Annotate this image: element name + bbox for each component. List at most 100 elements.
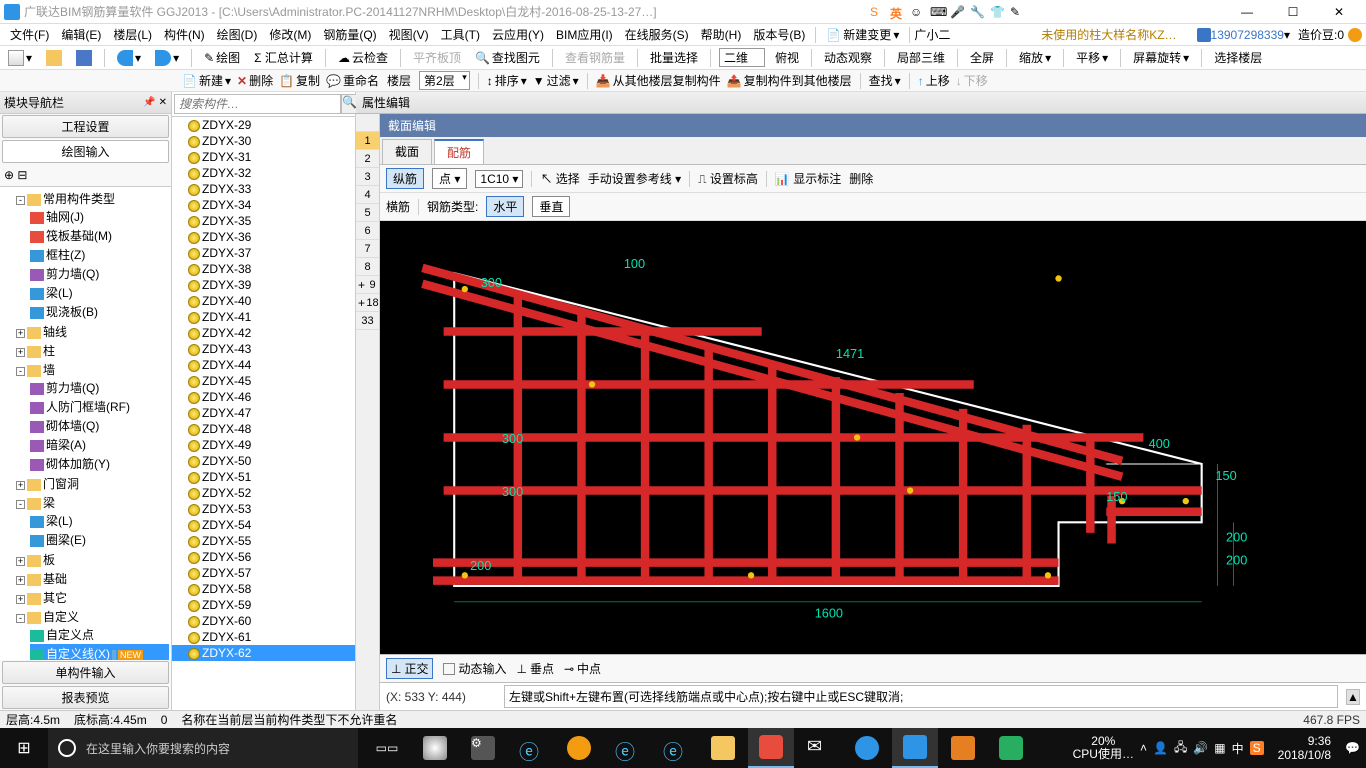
list-item[interactable]: ZDYX-49	[172, 437, 355, 453]
filter-button[interactable]: ▼过滤▾	[533, 72, 579, 89]
tray-ime[interactable]: 中	[1232, 740, 1244, 757]
tree-shear-wall[interactable]: 剪力墙(Q)	[30, 264, 169, 283]
list-item[interactable]: ZDYX-59	[172, 597, 355, 613]
row-header[interactable]: 3	[356, 168, 379, 186]
dynamic-observe-button[interactable]: 动态观察	[820, 49, 876, 66]
tree-masonry-rebar[interactable]: 砌体加筋(Y)	[30, 454, 169, 473]
list-item[interactable]: ZDYX-61	[172, 629, 355, 645]
nav-tools[interactable]: ⊕ ⊟	[0, 164, 171, 187]
list-item[interactable]: ZDYX-54	[172, 517, 355, 533]
list-item[interactable]: ZDYX-41	[172, 309, 355, 325]
list-item[interactable]: ZDYX-44	[172, 357, 355, 373]
tray-app[interactable]: ▦	[1214, 741, 1225, 755]
app-g[interactable]	[844, 728, 890, 768]
row-header[interactable]: 33	[356, 312, 379, 330]
tree-beam[interactable]: -梁 梁(L) 圈梁(E)	[16, 493, 169, 550]
taskbar-clock[interactable]: 9:362018/10/8	[1270, 734, 1339, 763]
account-number[interactable]: 13907298339	[1211, 28, 1284, 42]
menu-help[interactable]: 帮助(H)	[695, 26, 748, 43]
tree-axis-net[interactable]: 轴网(J)	[30, 207, 169, 226]
app-explorer[interactable]	[700, 728, 746, 768]
list-item[interactable]: ZDYX-52	[172, 485, 355, 501]
bird-view-button[interactable]: 俯视	[771, 49, 803, 66]
draw-button[interactable]: ✎绘图	[200, 49, 244, 66]
row-header[interactable]: 4	[356, 186, 379, 204]
list-item[interactable]: ZDYX-57	[172, 565, 355, 581]
menu-cloud[interactable]: 云应用(Y)	[486, 26, 550, 43]
tree-common[interactable]: -常用构件类型 轴网(J) 筏板基础(M) 框柱(Z) 剪力墙(Q) 梁(L) …	[16, 189, 169, 322]
pan-button[interactable]: 平移▾	[1072, 49, 1112, 66]
row-header[interactable]: +9	[356, 276, 379, 294]
tree-slab-c[interactable]: 现浇板(B)	[30, 302, 169, 321]
list-item[interactable]: ZDYX-42	[172, 325, 355, 341]
new-change-button[interactable]: 新建变更 ▾	[820, 26, 905, 43]
tree-other[interactable]: +其它	[16, 588, 169, 607]
tree-axis[interactable]: +轴线	[16, 322, 169, 341]
row-header[interactable]: 2	[356, 150, 379, 168]
pin-icon[interactable]: 📌 ✕	[143, 97, 167, 108]
app-360[interactable]	[556, 728, 602, 768]
horizontal-toggle[interactable]: 水平	[486, 196, 524, 217]
fullscreen-button[interactable]: 全屏	[966, 49, 998, 66]
menu-file[interactable]: 文件(F)	[4, 26, 55, 43]
list-item[interactable]: ZDYX-50	[172, 453, 355, 469]
copy-component-button[interactable]: 📋复制	[279, 72, 320, 89]
menu-draw[interactable]: 绘图(D)	[211, 26, 264, 43]
app-edge[interactable]: ⓔ	[604, 728, 650, 768]
app-1[interactable]	[412, 728, 458, 768]
row-header[interactable]	[356, 114, 379, 132]
open-file-button[interactable]	[42, 50, 66, 66]
list-item[interactable]: ZDYX-30	[172, 133, 355, 149]
menu-version[interactable]: 版本号(B)	[747, 26, 811, 43]
start-button[interactable]: ⊞	[0, 728, 48, 768]
notification-button[interactable]: 💬	[1345, 741, 1360, 755]
app-qq[interactable]	[748, 728, 794, 768]
copy-from-floor-button[interactable]: 📥从其他楼层复制构件	[596, 72, 721, 89]
app-glodon[interactable]	[892, 728, 938, 768]
list-item[interactable]: ZDYX-47	[172, 405, 355, 421]
maximize-button[interactable]: ☐	[1270, 0, 1316, 24]
tab-section[interactable]: 截面	[382, 139, 432, 164]
tray-people[interactable]: 👤	[1153, 741, 1168, 755]
list-item[interactable]: ZDYX-56	[172, 549, 355, 565]
list-item[interactable]: ZDYX-62	[172, 645, 355, 661]
tab-report-preview[interactable]: 报表预览	[2, 686, 169, 709]
menu-tools[interactable]: 工具(T)	[435, 26, 486, 43]
manual-ref-line[interactable]: 手动设置参考线 ▾	[588, 170, 681, 187]
menu-modify[interactable]: 修改(M)	[263, 26, 317, 43]
show-dimension[interactable]: 📊 显示标注	[775, 170, 841, 187]
list-item[interactable]: ZDYX-35	[172, 213, 355, 229]
list-item[interactable]: ZDYX-48	[172, 421, 355, 437]
tree-frame-column[interactable]: 框柱(Z)	[30, 245, 169, 264]
set-elevation[interactable]: ⎍ 设置标高	[698, 170, 758, 187]
tree-beam-c[interactable]: 梁(L)	[30, 283, 169, 302]
tree-shearwall[interactable]: 剪力墙(Q)	[30, 378, 169, 397]
list-item[interactable]: ZDYX-39	[172, 277, 355, 293]
midpoint-snap[interactable]: ⊸ 中点	[564, 660, 601, 677]
section-canvas[interactable]: 100 300 1471 400 150 200 200 300 300 200…	[380, 221, 1366, 654]
row-header[interactable]: 6	[356, 222, 379, 240]
list-item[interactable]: ZDYX-51	[172, 469, 355, 485]
batch-select-button[interactable]: 批量选择	[646, 49, 702, 66]
task-view-button[interactable]: ▭▭	[364, 728, 410, 768]
menu-component[interactable]: 构件(N)	[158, 26, 211, 43]
ortho-toggle[interactable]: ⊥ 正交	[386, 658, 433, 679]
scroll-up[interactable]: ▲	[1346, 689, 1360, 705]
sort-button[interactable]: ↕排序▾	[487, 72, 527, 89]
cpu-meter[interactable]: 20%CPU使用…	[1073, 735, 1134, 761]
tree-custom-point[interactable]: 自定义点	[30, 625, 169, 644]
list-item[interactable]: ZDYX-33	[172, 181, 355, 197]
app-2[interactable]: ⚙	[460, 728, 506, 768]
find-element-button[interactable]: 🔍查找图元	[471, 49, 544, 66]
menu-rebar[interactable]: 钢筋量(Q)	[317, 26, 382, 43]
app-ie2[interactable]: ⓔ	[652, 728, 698, 768]
select-tool[interactable]: ↖ 选择	[540, 170, 579, 187]
list-item[interactable]: ZDYX-60	[172, 613, 355, 629]
list-item[interactable]: ZDYX-36	[172, 229, 355, 245]
select-floor-button[interactable]: 选择楼层	[1210, 49, 1266, 66]
menu-floor[interactable]: 楼层(L)	[107, 26, 158, 43]
vertical-bar-toggle[interactable]: 纵筋	[386, 168, 424, 189]
tree-beam-l[interactable]: 梁(L)	[30, 511, 169, 530]
search-input[interactable]	[174, 94, 341, 114]
tree-custom-line[interactable]: 自定义线(X)NEW	[30, 644, 169, 660]
